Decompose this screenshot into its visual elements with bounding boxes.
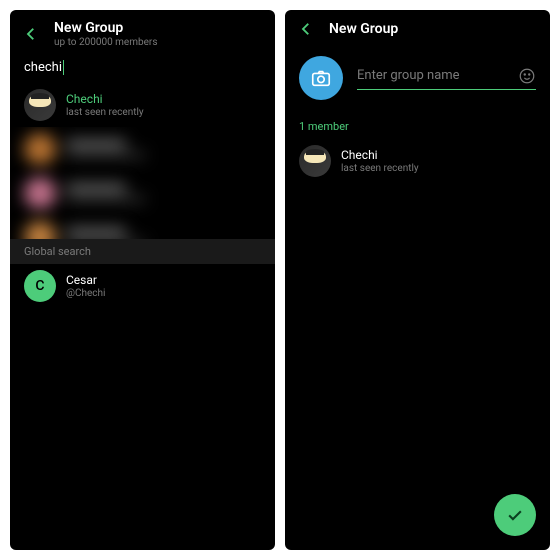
blurred-contacts — [10, 127, 275, 239]
contact-info: Chechi last seen recently — [66, 92, 144, 118]
contact-name: Cesar — [66, 273, 105, 287]
group-name-input[interactable]: Enter group name — [357, 67, 536, 90]
page-title: New Group — [329, 21, 398, 37]
member-name: Chechi — [341, 148, 419, 162]
page-subtitle: up to 200000 members — [54, 37, 157, 48]
contact-name: Chechi — [66, 92, 144, 106]
contact-row[interactable]: Chechi last seen recently — [10, 83, 275, 127]
search-value: chechi — [24, 60, 62, 75]
member-row[interactable]: Chechi last seen recently — [285, 139, 550, 183]
global-result-row[interactable]: C Cesar @Chechi — [10, 264, 275, 308]
global-search-header: Global search — [10, 239, 275, 264]
back-icon[interactable] — [22, 25, 40, 43]
header-text: New Group up to 200000 members — [54, 20, 157, 48]
confirm-fab[interactable] — [494, 494, 536, 536]
group-name-row: Enter group name — [285, 46, 550, 106]
screen-add-members: New Group up to 200000 members chechi Ch… — [10, 10, 275, 550]
avatar — [24, 89, 56, 121]
search-row: chechi — [10, 56, 275, 83]
group-name-placeholder: Enter group name — [357, 68, 518, 83]
page-title: New Group — [54, 20, 157, 36]
header: New Group up to 200000 members — [10, 10, 275, 56]
avatar — [299, 145, 331, 177]
contact-info: Cesar @Chechi — [66, 273, 105, 299]
contact-handle: @Chechi — [66, 288, 105, 299]
header-text: New Group — [329, 21, 398, 37]
search-input[interactable]: chechi — [24, 60, 261, 75]
member-count: 1 member — [285, 106, 550, 139]
contact-info: Chechi last seen recently — [341, 148, 419, 174]
header: New Group — [285, 10, 550, 46]
back-icon[interactable] — [297, 20, 315, 38]
screen-name-group: New Group Enter group name 1 member — [285, 10, 550, 550]
contact-sub: last seen recently — [66, 107, 144, 118]
text-cursor — [63, 60, 65, 75]
member-sub: last seen recently — [341, 163, 419, 174]
set-photo-button[interactable] — [299, 56, 343, 100]
avatar: C — [24, 270, 56, 302]
emoji-icon[interactable] — [518, 67, 536, 85]
